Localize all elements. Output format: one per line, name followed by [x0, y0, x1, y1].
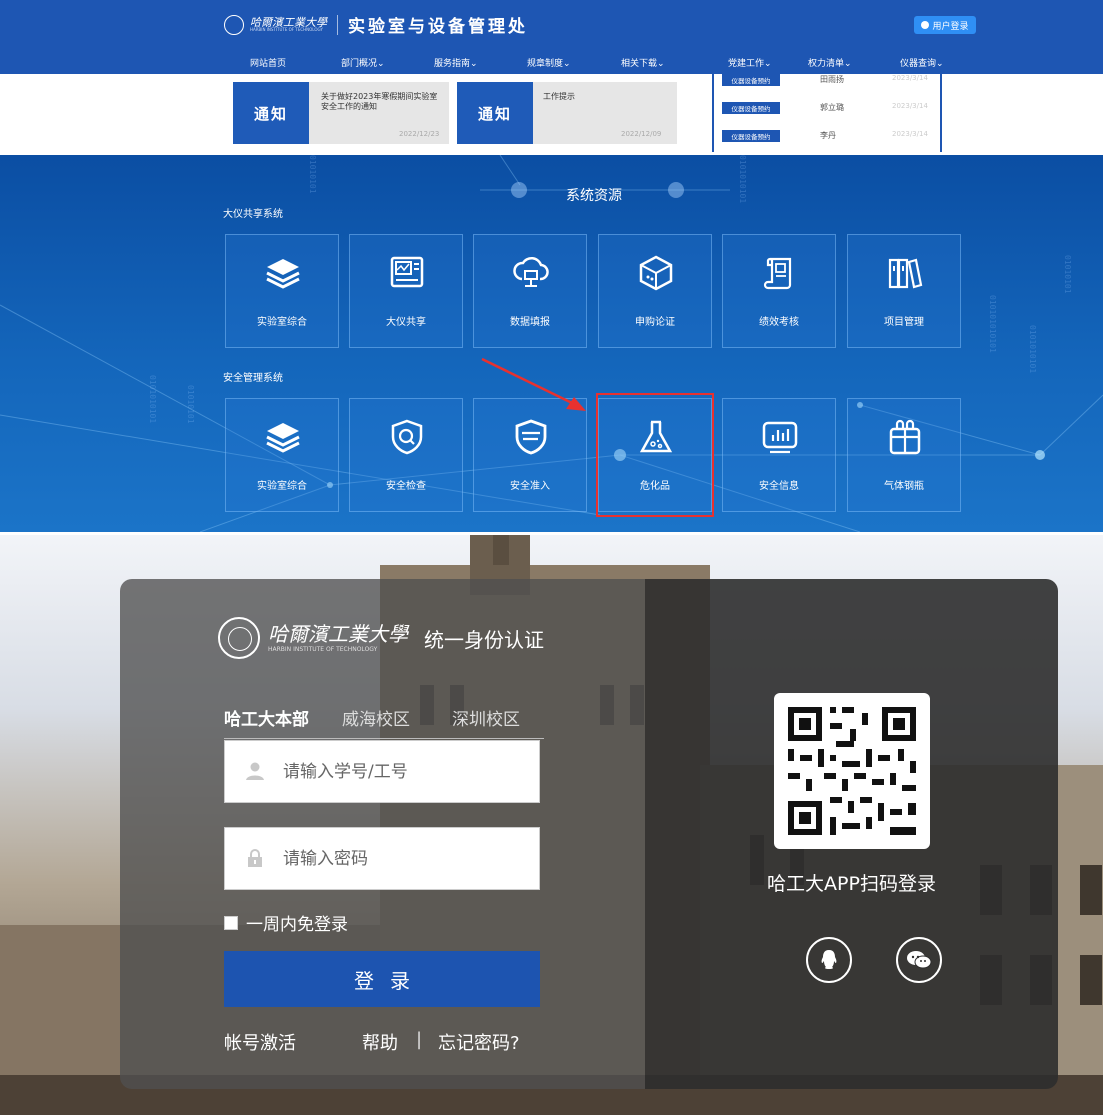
header-section: 哈爾濱工業大學 HARBIN INSTITUTE OF TECHNOLOGY 实…: [0, 0, 1103, 153]
booking-date: 2023/3/14: [892, 130, 928, 138]
remember-label: 一周内免登录: [246, 915, 348, 935]
tab-weihai-campus[interactable]: 威海校区: [342, 705, 410, 730]
campus-tabs: 哈工大本部 威海校区 深圳校区: [224, 705, 544, 739]
site-logo[interactable]: 哈爾濱工業大學 HARBIN INSTITUTE OF TECHNOLOGY 实…: [224, 12, 528, 37]
logo-divider: [337, 14, 338, 35]
booking-date: 2023/3/14: [892, 102, 928, 110]
user-icon: [246, 762, 264, 780]
qr-code: [774, 693, 930, 849]
wechat-login-button[interactable]: [896, 937, 942, 983]
tab-main-campus[interactable]: 哈工大本部: [224, 705, 309, 730]
login-button[interactable]: 登录: [224, 951, 540, 1007]
hit-logo: 哈爾濱工業大學 HARBIN INSTITUTE OF TECHNOLOGY 统…: [218, 617, 544, 659]
login-section: 哈爾濱工業大學 HARBIN INSTITUTE OF TECHNOLOGY 统…: [0, 535, 1103, 1115]
qr-login-label: 哈工大APP扫码登录: [767, 873, 936, 895]
booking-date: 2023/3/14: [892, 74, 928, 82]
university-seal-icon: [218, 617, 260, 659]
qr-code-icon: [788, 707, 916, 835]
booking-name: 郭立璐: [820, 103, 844, 112]
notice-date: 2022/12/23: [399, 130, 440, 138]
booking-tag: 仪器设备预约: [722, 130, 780, 142]
system-resources-section: 0101010101 01010101 010101010101 0101010…: [0, 155, 1103, 532]
activate-account-link[interactable]: 帐号激活: [224, 1029, 296, 1055]
password-input[interactable]: [283, 828, 523, 889]
notice-card[interactable]: 通知 工作提示 2022/12/09: [457, 82, 677, 144]
hit-logo-chinese: 哈爾濱工業大學: [268, 621, 408, 646]
red-arrow-annotation: [481, 357, 586, 411]
qq-icon: [821, 950, 837, 969]
tab-shenzhen-campus[interactable]: 深圳校区: [452, 705, 520, 730]
notice-date: 2022/12/09: [621, 130, 662, 138]
header-bar: 哈爾濱工業大學 HARBIN INSTITUTE OF TECHNOLOGY 实…: [0, 0, 1103, 74]
booking-row[interactable]: 仪器设备预约 李丹 2023/3/14: [722, 130, 937, 144]
user-login-button[interactable]: 用户登录: [914, 16, 976, 34]
main-nav: 网站首页 部门概况⌄ 服务指南⌄ 规章制度⌄ 相关下载⌄ 党建工作⌄ 权力清单⌄…: [0, 56, 1103, 74]
username-input[interactable]: [283, 741, 523, 802]
booking-row[interactable]: 仪器设备预约 郭立璐 2023/3/14: [722, 102, 937, 116]
user-icon: [921, 21, 930, 29]
help-link[interactable]: 帮助: [362, 1029, 398, 1055]
logo-chinese: 哈爾濱工業大學: [250, 15, 327, 29]
nav-power-list[interactable]: 权力清单⌄: [808, 56, 852, 69]
booking-row[interactable]: 仪器设备预约 田雨扬 2023/3/14: [722, 74, 937, 88]
hit-logo-english: HARBIN INSTITUTE OF TECHNOLOGY: [268, 645, 378, 653]
notice-text: 工作提示: [543, 92, 575, 101]
remember-checkbox[interactable]: [224, 915, 238, 930]
remember-me[interactable]: 一周内免登录: [224, 910, 348, 935]
link-separator: |: [416, 1029, 423, 1050]
forgot-password-link[interactable]: 忘记密码?: [438, 1029, 520, 1055]
university-seal-icon: [224, 14, 244, 35]
password-field[interactable]: [224, 827, 540, 890]
username-field[interactable]: [224, 740, 540, 803]
nav-department[interactable]: 部门概况⌄: [341, 56, 385, 69]
notice-text: 关于做好2023年寒假期间实验室安全工作的通知: [321, 92, 438, 112]
notice-tag: 通知: [457, 82, 533, 144]
qq-login-button[interactable]: [806, 937, 852, 983]
user-login-label: 用户登录: [932, 21, 969, 32]
booking-tag: 仪器设备预约: [722, 102, 780, 114]
nav-party-work[interactable]: 党建工作⌄: [728, 56, 772, 69]
wechat-icon: [907, 951, 932, 969]
booking-name: 李丹: [820, 131, 836, 140]
booking-name: 田雨扬: [820, 75, 844, 84]
notice-card[interactable]: 通知 关于做好2023年寒假期间实验室安全工作的通知 2022/12/23: [233, 82, 449, 144]
lock-icon: [248, 849, 262, 867]
nav-regulations[interactable]: 规章制度⌄: [527, 56, 571, 69]
auth-title: 统一身份认证: [424, 627, 544, 652]
site-title: 实验室与设备管理处: [348, 17, 528, 37]
nav-downloads[interactable]: 相关下载⌄: [621, 56, 665, 69]
notice-tag: 通知: [233, 82, 309, 144]
nav-home[interactable]: 网站首页: [250, 56, 286, 69]
nav-service-guide[interactable]: 服务指南⌄: [434, 56, 478, 69]
nav-instrument-query[interactable]: 仪器查询⌄: [900, 56, 944, 69]
logo-english: HARBIN INSTITUTE OF TECHNOLOGY: [250, 26, 323, 32]
booking-list: 仪器设备预约 田雨扬 2023/3/14 仪器设备预约 郭立璐 2023/3/1…: [712, 74, 942, 152]
booking-tag: 仪器设备预约: [722, 74, 780, 86]
